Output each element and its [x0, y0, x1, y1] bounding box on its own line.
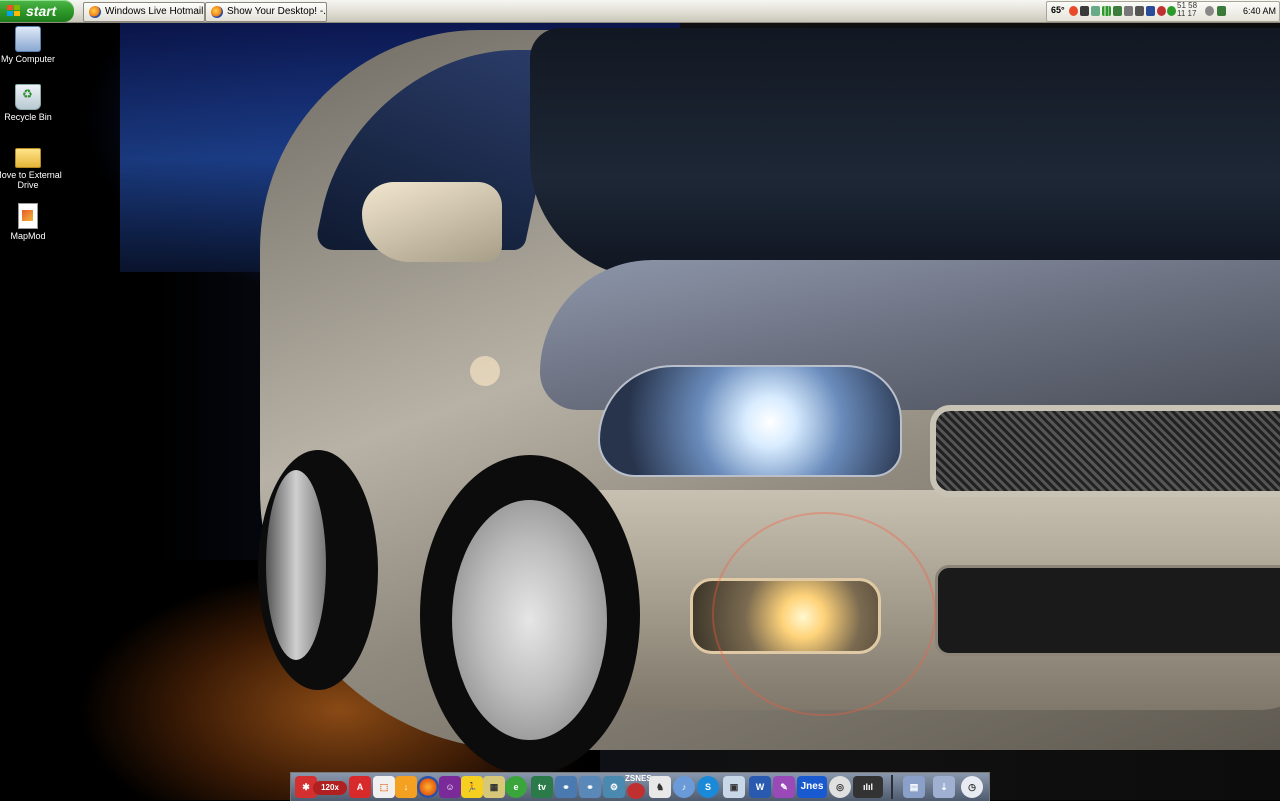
itunes-icon[interactable]: ♪	[673, 776, 695, 798]
wallpaper-lens-flare	[712, 512, 936, 716]
tv-icon[interactable]: tv	[531, 776, 553, 798]
network-icon[interactable]	[1113, 6, 1122, 16]
desktop-icon-mapmod[interactable]: MapMod	[0, 203, 64, 241]
desktop-icon-recycle-bin[interactable]: Recycle Bin	[0, 84, 64, 122]
wallpaper-car-mirror	[362, 182, 502, 262]
settings-icon[interactable]	[1205, 6, 1214, 16]
taskbar-window-title: Show Your Desktop! -...	[227, 6, 327, 17]
messenger-status-icon[interactable]	[1167, 6, 1176, 16]
wallpaper-lens-flare-dot	[470, 356, 500, 386]
antivirus-icon[interactable]	[1146, 6, 1155, 16]
zoom-badge: 120x	[313, 781, 347, 795]
office-icon[interactable]: ⬚	[373, 776, 395, 798]
dock-manager-icon[interactable]: ▤	[903, 776, 925, 798]
download-icon[interactable]: ⇣	[933, 776, 955, 798]
connection-icon[interactable]	[1124, 6, 1133, 16]
start-button[interactable]: start	[0, 0, 74, 22]
desktop-icon-label: Move to External Drive	[0, 170, 62, 190]
clock[interactable]: 6:40 AM	[1243, 6, 1276, 16]
desktop-icon-label: Recycle Bin	[4, 112, 52, 122]
windows-logo-icon	[7, 5, 21, 17]
yahoo-messenger-icon[interactable]: ☺	[439, 776, 461, 798]
audio-icon[interactable]: ılıl	[853, 776, 883, 798]
signal-strength-icon[interactable]	[1102, 6, 1111, 16]
update-check-icon[interactable]	[1217, 6, 1226, 16]
weather-temperature[interactable]: 65°	[1051, 5, 1065, 15]
connection-icon[interactable]: ⚭	[579, 776, 601, 798]
wireless-icon[interactable]	[1091, 6, 1100, 16]
taskbar: start Windows Live Hotmail... Show Your …	[0, 0, 1280, 23]
weather-icon[interactable]	[1069, 6, 1078, 16]
usb-icon[interactable]	[1135, 6, 1144, 16]
flashget-icon[interactable]: ↓	[395, 776, 417, 798]
firefox-icon	[89, 6, 101, 18]
mapmod-icon	[18, 203, 38, 229]
system-meter-bottom: 11 17	[1177, 9, 1197, 18]
desktop-wallpaper	[0, 0, 1280, 800]
clock-icon[interactable]: ◷	[961, 776, 983, 798]
taskbar-window-show-your-desktop[interactable]: Show Your Desktop! -...	[205, 2, 327, 22]
my-computer-icon	[15, 26, 41, 52]
desktop-icon-label: MapMod	[10, 231, 46, 241]
jnes-icon[interactable]: Jnes	[797, 776, 827, 798]
wallpaper-car-grille	[930, 405, 1280, 497]
photo-icon[interactable]: ▣	[723, 776, 745, 798]
taskbar-window-title: Windows Live Hotmail...	[105, 6, 205, 17]
desktop-icon-move-to-external-drive[interactable]: Move to External Drive	[0, 144, 64, 190]
wallpaper-car-front-rim	[452, 500, 607, 740]
system-tray: 65° 51 58 11 17 6:40 AM	[1046, 1, 1280, 22]
archive-icon[interactable]: ▦	[483, 776, 505, 798]
firefox-icon	[211, 6, 223, 18]
recycle-bin-icon	[15, 84, 41, 110]
speaker-icon[interactable]	[1080, 6, 1089, 16]
dock: ✱ 120x A ⬚ ↓ ☺ 🏃 ▦ e tv ⚭ ⚭ ⚙ ZSNES ♞ ♪ …	[290, 772, 990, 801]
desktop-icon-label: My Computer	[0, 54, 55, 64]
aim-icon[interactable]: 🏃	[461, 776, 483, 798]
wallpaper-car-windshield	[530, 28, 1280, 278]
taskbar-window-hotmail[interactable]: Windows Live Hotmail...	[83, 2, 205, 22]
folder-icon	[15, 148, 41, 168]
wallpaper-car-lower-grille	[935, 565, 1280, 656]
chess-icon[interactable]: ♞	[649, 776, 671, 798]
settings-icon[interactable]: ⚙	[603, 776, 625, 798]
internet-explorer-icon[interactable]: e	[505, 776, 527, 798]
desktop-icon-my-computer[interactable]: My Computer	[0, 26, 64, 64]
wallpaper-car-rear-rim	[266, 470, 326, 660]
zsnes-icon[interactable]	[627, 783, 645, 799]
system-meter: 51 58 11 17	[1177, 2, 1197, 18]
shield-icon[interactable]	[1157, 6, 1166, 16]
wallpaper-car-headlight	[598, 365, 902, 477]
sound-icon[interactable]: ◎	[829, 776, 851, 798]
start-label: start	[26, 3, 57, 19]
dock-separator	[891, 775, 893, 799]
word-icon[interactable]: W	[749, 776, 771, 798]
acrobat-icon[interactable]: A	[349, 776, 371, 798]
skype-icon[interactable]: S	[697, 776, 719, 798]
paint-icon[interactable]: ✎	[773, 776, 795, 798]
network-icon[interactable]: ⚭	[555, 776, 577, 798]
firefox-icon[interactable]	[417, 776, 439, 798]
